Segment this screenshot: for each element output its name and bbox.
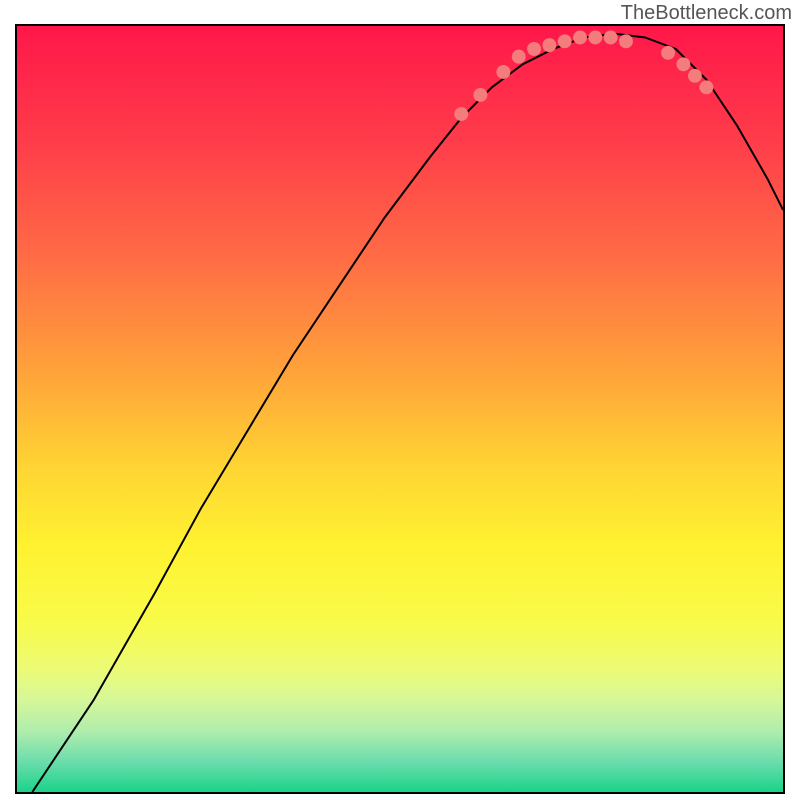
data-dot (558, 34, 572, 48)
data-dot (661, 46, 675, 60)
data-dot (588, 31, 602, 45)
data-dot (527, 42, 541, 56)
data-dot (604, 31, 618, 45)
data-dot (619, 34, 633, 48)
data-dot (676, 57, 690, 71)
watermark-text: TheBottleneck.com (621, 2, 792, 25)
data-dot (473, 88, 487, 102)
data-dot (699, 80, 713, 94)
data-dot (542, 38, 556, 52)
data-dot (573, 31, 587, 45)
data-dots-layer (17, 26, 783, 792)
data-dot (454, 107, 468, 121)
data-dot (512, 50, 526, 64)
data-dot (496, 65, 510, 79)
chart-plot-area (15, 24, 785, 794)
data-dot (688, 69, 702, 83)
